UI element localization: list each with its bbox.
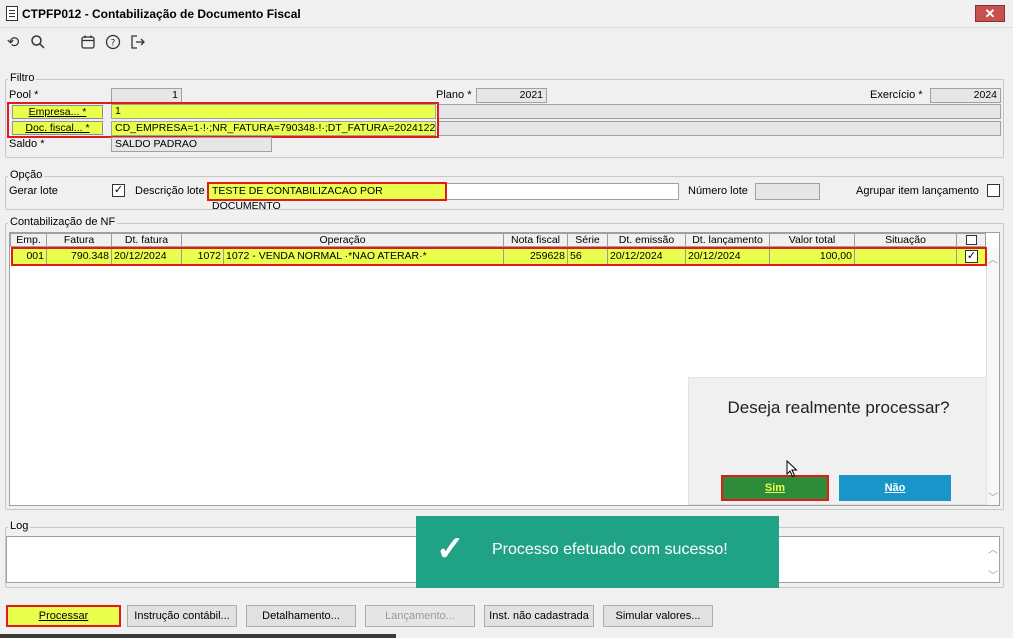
scroll-up-icon[interactable]: ︿ [986,251,1000,266]
descricao-lote-label: Descrição lote [135,185,205,197]
toast-message: Processo efetuado com sucesso! [492,541,728,558]
saldo-field[interactable]: SALDO PADRAO [111,137,272,152]
inst-nao-cadastrada-button[interactable]: Inst. não cadastrada [484,605,594,627]
sim-button[interactable]: Sim [721,475,829,501]
numero-lote-label: Número lote [688,185,748,197]
instrucao-contabil-button[interactable]: Instrução contábil... [127,605,237,627]
svg-text:?: ? [111,39,116,49]
col-header-select-all[interactable] [957,233,986,247]
detalhamento-button[interactable]: Detalhamento... [246,605,356,627]
log-legend: Log [8,520,31,532]
exercicio-label: Exercício * [870,89,923,101]
col-header-dt-fatura[interactable]: Dt. fatura [112,233,182,247]
doc-field-extension [438,121,1001,136]
close-button[interactable]: ✕ [975,5,1005,22]
undo-icon[interactable]: ⟲ [4,34,22,52]
check-icon: ✓ [436,530,465,568]
col-header-situacao[interactable]: Situação [855,233,957,247]
col-header-emp[interactable]: Emp. [10,233,47,247]
help-icon[interactable]: ? [104,34,122,52]
grid-scrollbar[interactable] [986,248,999,505]
log-scroll-up-icon[interactable]: ︿ [986,541,1000,556]
confirm-question: Deseja realmente processar? [727,398,950,417]
search-icon[interactable] [29,34,47,52]
exit-icon[interactable] [129,34,147,52]
empresa-field-extension [438,104,1001,119]
success-toast: ✓ Processo efetuado com sucesso! [416,516,779,588]
simular-valores-button[interactable]: Simular valores... [603,605,713,627]
doc-fiscal-lookup-button[interactable]: Doc. fiscal... * [12,121,103,135]
col-header-fatura[interactable]: Fatura [47,233,112,247]
title-bar: CTPFP012 - Contabilização de Documento F… [0,0,1013,28]
pool-label: Pool * [9,89,39,101]
scroll-down-icon[interactable]: ﹀ [986,489,1000,504]
col-header-dt-lancamento[interactable]: Dt. lançamento [686,233,770,247]
descricao-lote-field[interactable]: TESTE DE CONTABILIZACAO POR DOCUMENTO [207,182,447,212]
calendar-icon[interactable] [79,34,97,52]
taskbar-strip [0,634,396,638]
lancamento-button[interactable]: Lançamento... [365,605,475,627]
col-header-valor-total[interactable]: Valor total [770,233,855,247]
plano-label: Plano * [436,89,472,101]
nao-button[interactable]: Não [839,475,951,501]
document-icon [6,6,18,21]
col-header-nota-fiscal[interactable]: Nota fiscal [504,233,568,247]
highlight-box-row [11,247,987,266]
numero-lote-field[interactable] [755,183,820,200]
mouse-cursor-icon [786,459,798,481]
exercicio-field[interactable]: 2024 [930,88,1001,103]
pool-field[interactable]: 1 [111,88,182,103]
saldo-label: Saldo * [9,138,45,150]
log-scroll-down-icon[interactable]: ﹀ [986,567,1000,582]
select-all-checkbox[interactable] [966,235,977,245]
col-header-operacao[interactable]: Operação [182,233,504,247]
opcao-legend: Opção [8,169,45,181]
doc-fiscal-field[interactable]: CD_EMPRESA=1·!·;NR_FATURA=790348·!·;DT_F… [111,121,436,136]
empresa-field[interactable]: 1 [111,104,436,119]
col-header-dt-emissao[interactable]: Dt. emissão [608,233,686,247]
gerar-lote-label: Gerar lote [9,185,58,197]
plano-field[interactable]: 2021 [476,88,547,103]
col-header-serie[interactable]: Série [568,233,608,247]
confirm-dialog: Deseja realmente processar? Sim Não [688,377,987,505]
agrupar-checkbox[interactable] [987,184,1000,197]
gerar-lote-checkbox[interactable]: ✓ [112,184,125,197]
grid-legend: Contabilização de NF [8,216,118,228]
agrupar-label: Agrupar item lançamento [856,185,979,197]
empresa-lookup-button[interactable]: Empresa... * [12,105,103,119]
window-title: CTPFP012 - Contabilização de Documento F… [22,7,301,21]
processar-button[interactable]: Processar [6,605,121,627]
filtro-legend: Filtro [8,72,37,84]
